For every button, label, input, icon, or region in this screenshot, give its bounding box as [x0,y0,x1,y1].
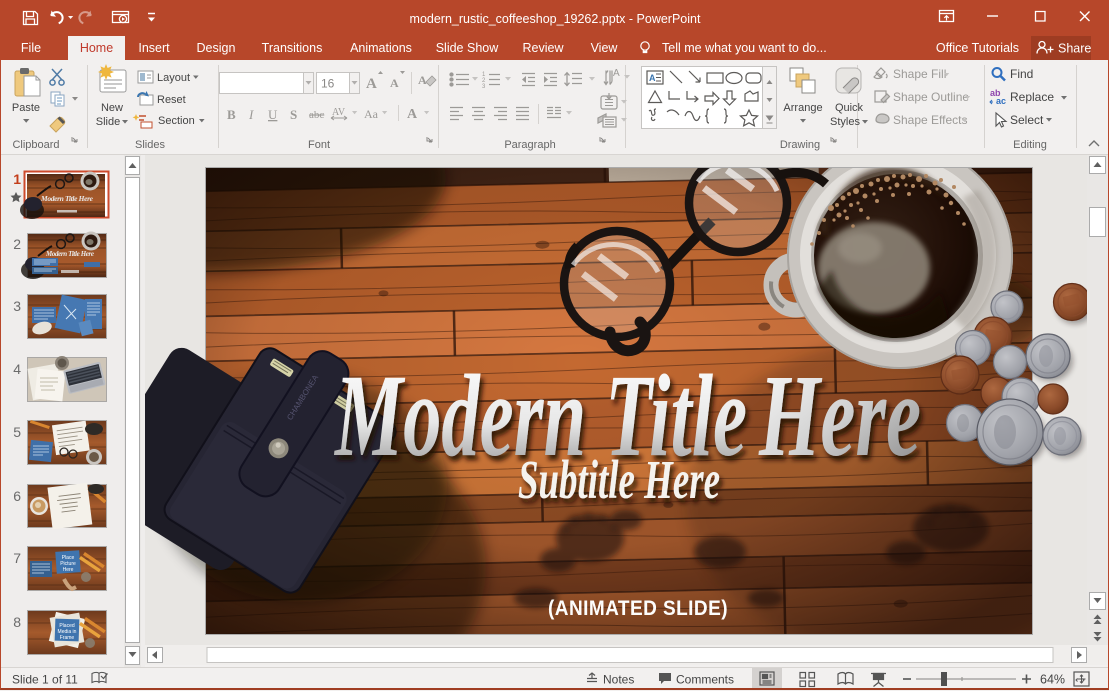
svg-text:B: B [227,107,236,122]
svg-text:Aa: Aa [364,107,379,121]
svg-text:A: A [649,73,656,83]
svg-text:Clipboard: Clipboard [12,139,59,151]
svg-text:Here: Here [63,567,74,573]
svg-text:Shape Outline: Shape Outline [893,90,969,104]
svg-text:Shape Effects: Shape Effects [893,113,968,127]
svg-text:4: 4 [13,361,21,377]
svg-text:Tell me what you want to do...: Tell me what you want to do... [662,41,826,55]
svg-text:Replace: Replace [1010,90,1054,104]
svg-text:Frame: Frame [60,635,75,641]
svg-text:3: 3 [13,298,21,314]
svg-text:1: 1 [13,171,21,187]
svg-text:16: 16 [321,77,335,91]
svg-text:A: A [390,76,399,90]
svg-text:Here: Here [758,350,921,481]
svg-text:Subtitle Here: Subtitle Here [518,449,720,510]
svg-text:Layout: Layout [157,72,190,84]
svg-text:5: 5 [13,424,21,440]
svg-text:64%: 64% [1040,673,1065,687]
svg-text:Select: Select [1010,113,1044,127]
svg-text:A: A [613,68,620,79]
svg-text:modern_rustic_coffeeshop_19262: modern_rustic_coffeeshop_19262.pptx - Po… [410,12,701,26]
svg-text:I: I [248,107,254,122]
svg-text:Font: Font [308,139,330,151]
svg-text:3: 3 [482,84,486,90]
svg-text:Quick: Quick [835,102,864,114]
svg-text:A: A [407,107,418,122]
svg-text:8: 8 [13,614,21,630]
svg-text:Reset: Reset [157,94,186,106]
svg-text:Modern Title Here: Modern Title Here [40,194,94,203]
svg-text:A: A [418,73,427,87]
svg-text:7: 7 [13,550,21,566]
svg-text:Find: Find [1010,67,1033,81]
svg-text:Paragraph: Paragraph [504,139,555,151]
svg-text:Comments: Comments [676,673,734,687]
svg-text:Modern Title Here: Modern Title Here [45,250,94,258]
svg-text:Editing: Editing [1013,139,1047,151]
svg-text:Styles: Styles [830,116,860,128]
svg-text:Slides: Slides [135,139,165,151]
svg-text:Slide 1 of 11: Slide 1 of 11 [12,673,78,687]
svg-text:Drawing: Drawing [780,139,820,151]
svg-text:2: 2 [13,236,21,252]
svg-text:(ANIMATED SLIDE): (ANIMATED SLIDE) [548,596,728,620]
svg-text:Share: Share [1058,42,1091,56]
svg-text:Section: Section [158,115,195,127]
svg-text:Shape Fill: Shape Fill [893,67,946,81]
svg-text:6: 6 [13,488,21,504]
svg-text:Slide: Slide [96,116,120,128]
svg-text:New: New [101,102,123,114]
svg-text:ac: ac [996,96,1006,106]
svg-text:Notes: Notes [603,673,634,687]
svg-text:abc: abc [309,109,324,121]
svg-text:U: U [268,107,278,122]
svg-text:Arrange: Arrange [783,102,822,114]
svg-text:Paste: Paste [12,102,40,114]
svg-text:A: A [366,76,377,92]
svg-text:S: S [290,107,297,122]
